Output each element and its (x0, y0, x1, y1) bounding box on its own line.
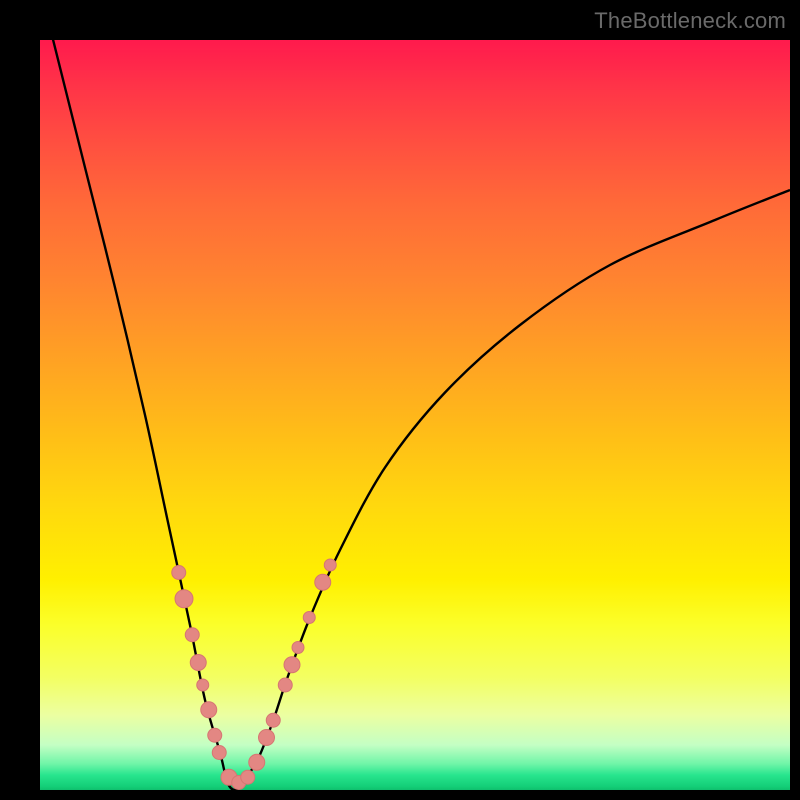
data-marker (197, 679, 209, 691)
data-marker (190, 655, 206, 671)
data-marker (292, 642, 304, 654)
data-marker (208, 728, 222, 742)
data-marker (324, 559, 336, 571)
data-marker (303, 612, 315, 624)
data-marker (201, 702, 217, 718)
data-marker (266, 713, 280, 727)
data-marker (241, 770, 255, 784)
data-markers (172, 559, 337, 790)
data-marker (185, 628, 199, 642)
data-marker (212, 746, 226, 760)
data-marker (172, 566, 186, 580)
data-marker (284, 657, 300, 673)
chart-svg (40, 40, 790, 790)
bottleneck-curve (40, 0, 790, 790)
watermark-text: TheBottleneck.com (594, 8, 786, 34)
data-marker (259, 730, 275, 746)
plot-area (40, 40, 790, 790)
data-marker (175, 590, 193, 608)
data-marker (249, 754, 265, 770)
data-marker (278, 678, 292, 692)
data-marker (315, 574, 331, 590)
chart-frame: TheBottleneck.com (0, 0, 800, 800)
